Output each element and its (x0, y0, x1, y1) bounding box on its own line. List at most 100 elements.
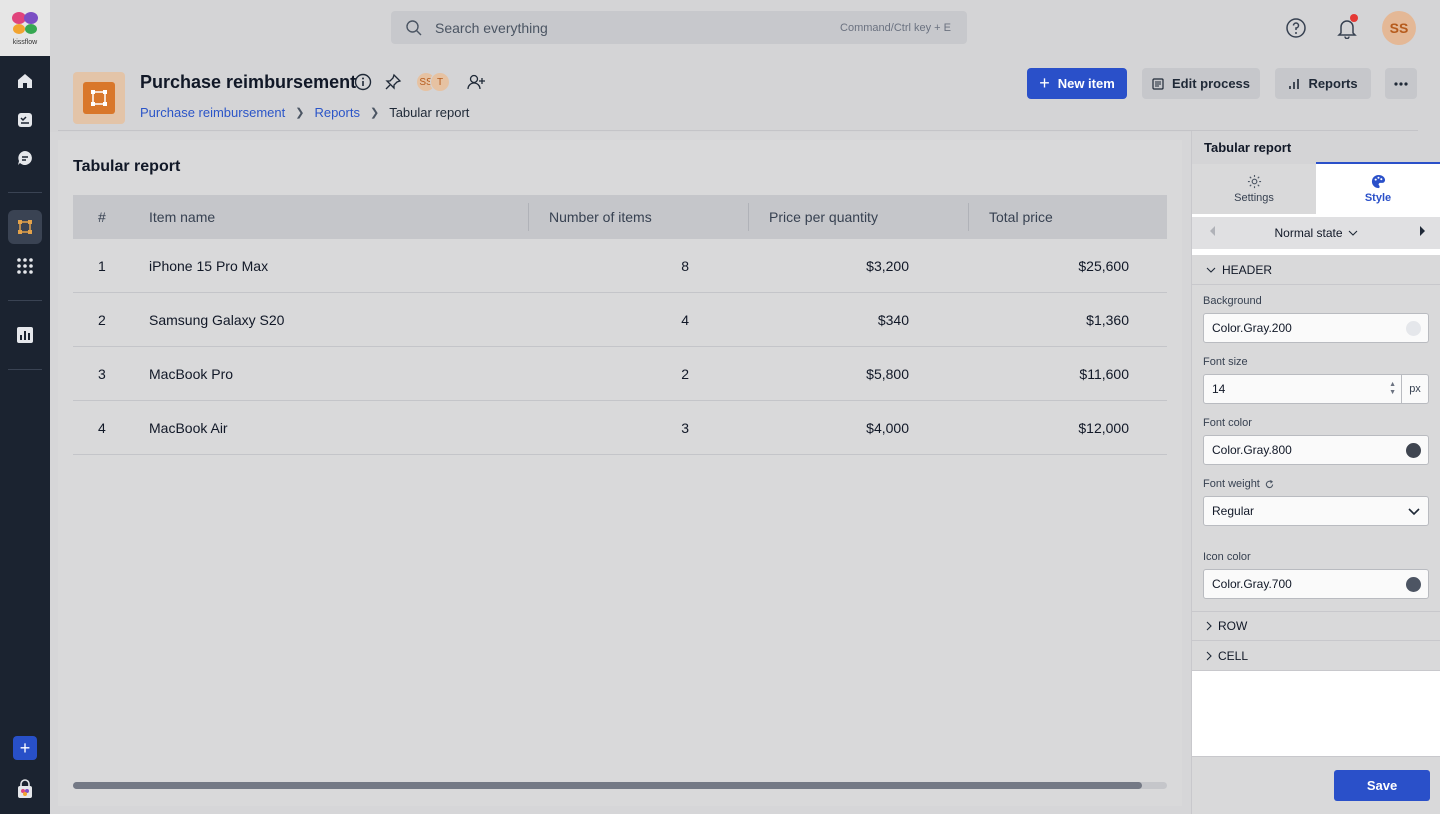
member-avatars[interactable]: SS T (416, 72, 450, 92)
report-table: # Item name Number of items Price per qu… (73, 195, 1167, 455)
column-header-total-price[interactable]: Total price (989, 195, 1053, 239)
section-header-label: HEADER (1222, 262, 1273, 277)
process-header: Purchase reimbursement SS T Purchase rei… (50, 56, 1440, 132)
home-icon (18, 74, 32, 88)
icon-color-field[interactable]: Color.Gray.700 (1203, 569, 1429, 599)
process-icon (91, 90, 107, 106)
more-options-button[interactable] (1385, 68, 1417, 99)
cell-total-price: $12,000 (1078, 420, 1129, 436)
cell-number-of-items: 3 (681, 420, 689, 436)
caret-right-icon[interactable] (1420, 226, 1426, 236)
reports-button[interactable]: Reports (1275, 68, 1371, 99)
breadcrumb-link-reports[interactable]: Reports (314, 105, 360, 120)
apps-nav-button[interactable] (8, 249, 42, 283)
notifications-button[interactable] (1333, 14, 1361, 42)
section-row-label: ROW (1218, 619, 1248, 633)
table-row[interactable]: 2 Samsung Galaxy S20 4 $340 $1,360 (73, 293, 1167, 347)
palette-icon (1371, 174, 1385, 189)
create-button[interactable]: + (13, 736, 37, 760)
shopping-bag-icon (18, 779, 32, 798)
chat-nav-button[interactable] (8, 141, 42, 175)
column-divider[interactable] (748, 203, 749, 231)
column-divider[interactable] (528, 203, 529, 231)
chevron-right-icon (1206, 621, 1212, 631)
breadcrumb: Purchase reimbursement ❯ Reports ❯ Tabul… (140, 105, 469, 120)
help-button[interactable] (1282, 14, 1310, 42)
cell-total-price: $1,360 (1086, 312, 1129, 328)
scrollbar-thumb[interactable] (73, 782, 1142, 789)
column-header-number-of-items[interactable]: Number of items (549, 195, 652, 239)
font-size-field[interactable]: 14 ▲ ▼ px (1203, 374, 1429, 404)
table-row[interactable]: 3 MacBook Pro 2 $5,800 $11,600 (73, 347, 1167, 401)
edit-process-icon (1152, 77, 1164, 90)
tab-style[interactable]: Style (1316, 164, 1440, 214)
tab-settings-label: Settings (1234, 192, 1274, 204)
font-color-value: Color.Gray.800 (1212, 443, 1292, 457)
new-item-button[interactable]: + New item (1027, 68, 1127, 99)
marketplace-nav-button[interactable] (8, 772, 42, 806)
chevron-right-icon (1206, 651, 1212, 660)
edit-process-button[interactable]: Edit process (1142, 68, 1260, 99)
column-header-index[interactable]: # (98, 195, 106, 239)
new-item-label: New item (1057, 76, 1115, 91)
font-color-swatch[interactable] (1406, 443, 1421, 458)
cell-price-per-quantity: $5,800 (866, 366, 909, 382)
save-button[interactable]: Save (1334, 770, 1430, 801)
cell-item-name: Samsung Galaxy S20 (149, 312, 285, 328)
font-color-label: Font color (1203, 417, 1252, 429)
cell-price-per-quantity: $4,000 (866, 420, 909, 436)
processes-nav-button[interactable] (8, 210, 42, 244)
global-search[interactable]: Search everything Command/Ctrl key + E (391, 11, 967, 44)
logo-wordmark: kissflow (12, 39, 38, 46)
analytics-nav-button[interactable] (8, 318, 42, 352)
table-row[interactable]: 1 iPhone 15 Pro Max 8 $3,200 $25,600 (73, 239, 1167, 293)
font-weight-select[interactable]: Regular (1203, 496, 1429, 526)
section-header-toggle[interactable]: HEADER (1192, 255, 1440, 285)
top-bar: Search everything Command/Ctrl key + E S… (50, 0, 1440, 56)
stepper-icon[interactable]: ▲ ▼ (1389, 381, 1396, 397)
chevron-down-icon (1408, 508, 1420, 516)
horizontal-scrollbar[interactable] (73, 782, 1167, 789)
cell-total-price: $11,600 (1079, 366, 1129, 382)
breadcrumb-link-process[interactable]: Purchase reimbursement (140, 105, 285, 120)
column-divider[interactable] (968, 203, 969, 231)
tab-settings[interactable]: Settings (1192, 164, 1316, 214)
background-color-swatch[interactable] (1406, 321, 1421, 336)
cell-number-of-items: 2 (681, 366, 689, 382)
chevron-down-icon (1348, 230, 1357, 236)
section-row-toggle[interactable]: ROW (1192, 611, 1440, 641)
kissflow-logo[interactable]: kissflow (0, 0, 50, 56)
checklist-icon (18, 113, 32, 127)
column-header-price-per-quantity[interactable]: Price per quantity (769, 195, 878, 239)
cell-index: 1 (98, 258, 106, 274)
caret-left-icon[interactable] (1210, 226, 1216, 236)
report-title: Tabular report (73, 158, 181, 175)
chevron-right-icon: ❯ (295, 107, 305, 119)
reset-icon[interactable] (1265, 479, 1274, 489)
add-member-icon[interactable] (466, 73, 486, 91)
cell-number-of-items: 4 (681, 312, 689, 328)
breadcrumb-current: Tabular report (389, 105, 470, 120)
cell-index: 2 (98, 312, 106, 328)
process-icon (18, 220, 32, 234)
tasks-nav-button[interactable] (8, 103, 42, 137)
cell-price-per-quantity: $340 (877, 312, 909, 328)
reports-label: Reports (1308, 76, 1358, 91)
pin-icon[interactable] (384, 73, 402, 91)
background-color-field[interactable]: Color.Gray.200 (1203, 313, 1429, 343)
column-header-item-name[interactable]: Item name (149, 195, 215, 239)
section-cell-toggle[interactable]: CELL (1192, 641, 1440, 671)
font-color-field[interactable]: Color.Gray.800 (1203, 435, 1429, 465)
state-selector[interactable]: Normal state (1192, 217, 1440, 249)
search-placeholder[interactable]: Search everything (435, 20, 548, 36)
user-avatar[interactable]: SS (1382, 11, 1416, 45)
more-horizontal-icon (1394, 81, 1408, 86)
background-label: Background (1203, 295, 1262, 307)
nav-divider (8, 300, 42, 301)
home-nav-button[interactable] (8, 64, 42, 98)
info-icon[interactable] (354, 73, 372, 91)
icon-color-swatch[interactable] (1406, 577, 1421, 592)
table-row[interactable]: 4 MacBook Air 3 $4,000 $12,000 (73, 401, 1167, 455)
state-label: Normal state (1274, 226, 1343, 240)
panel-tabs: Settings Style (1192, 164, 1440, 214)
